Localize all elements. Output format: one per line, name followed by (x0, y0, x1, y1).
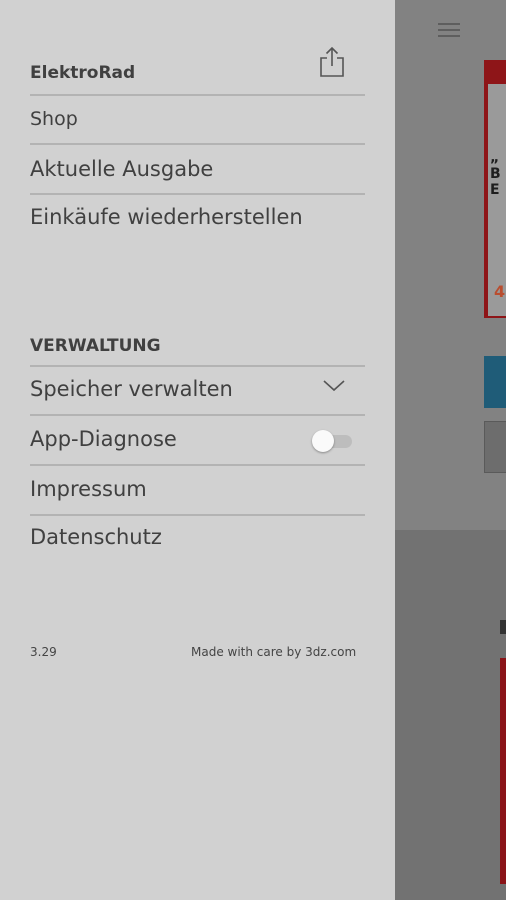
app-diagnostics-toggle[interactable] (312, 429, 352, 453)
credit-link[interactable]: Made with care by 3dz.com (191, 645, 356, 659)
settings-item-label: App-Diagnose (30, 427, 177, 451)
toggle-knob (312, 430, 334, 452)
menu-item-label: Aktuelle Ausgabe (30, 157, 214, 181)
magazine-cover-current[interactable]: „ B E 4 (484, 60, 506, 318)
drawer-header: ElektroRad (30, 50, 365, 96)
cover-number: 4 (494, 282, 506, 301)
menu-item-restore-purchases[interactable]: Einkäufe wiederherstellen (30, 195, 365, 245)
chevron-down-icon[interactable] (322, 378, 346, 394)
background-marker (500, 620, 506, 634)
section-title: VERWALTUNG (30, 336, 161, 356)
settings-item-label: Datenschutz (30, 525, 162, 549)
navigation-drawer: ElektroRad Shop Aktuelle Ausgabe Einkäuf… (0, 0, 395, 900)
app-version: 3.29 (30, 645, 57, 659)
secondary-button[interactable] (484, 421, 506, 473)
settings-item-manage-storage[interactable]: Speicher verwalten (30, 367, 365, 416)
menu-item-current-issue[interactable]: Aktuelle Ausgabe (30, 145, 365, 195)
menu-item-shop[interactable]: Shop (30, 96, 365, 145)
settings-item-privacy[interactable]: Datenschutz (30, 516, 365, 564)
section-header: VERWALTUNG (30, 322, 365, 367)
menu-item-label: Einkäufe wiederherstellen (30, 205, 303, 229)
read-button[interactable] (484, 356, 506, 408)
hamburger-menu-icon[interactable] (438, 23, 460, 37)
app-title: ElektroRad (30, 63, 136, 83)
menu-item-label: Shop (30, 108, 78, 130)
settings-item-label: Impressum (30, 477, 147, 501)
cover-headline: „ B E (490, 150, 501, 198)
settings-item-label: Speicher verwalten (30, 377, 233, 401)
share-icon[interactable] (318, 46, 346, 78)
settings-item-imprint[interactable]: Impressum (30, 466, 365, 516)
magazine-cover-previous[interactable] (500, 658, 506, 884)
